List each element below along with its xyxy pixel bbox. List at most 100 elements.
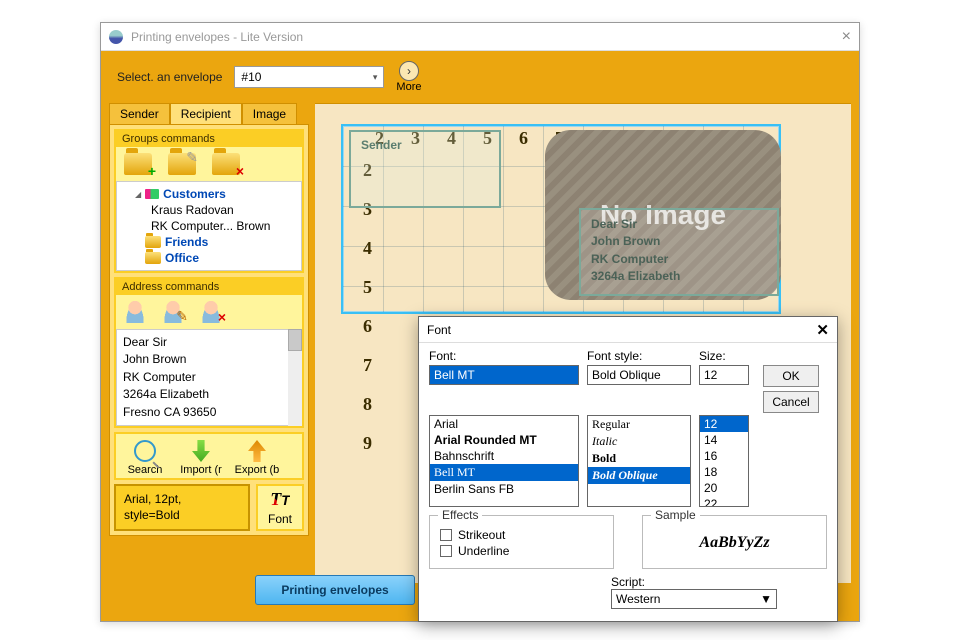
size-option[interactable]: 22 xyxy=(700,496,748,507)
tab-image[interactable]: Image xyxy=(242,103,297,124)
book-icon xyxy=(145,189,159,199)
tree-node-customers[interactable]: ◢ Customers xyxy=(123,186,295,202)
sample-text: AaBbYyZz xyxy=(653,526,816,560)
size-option[interactable]: 12 xyxy=(700,416,748,432)
import-button[interactable]: Import (r xyxy=(178,440,224,476)
printing-envelopes-button[interactable]: Printing envelopes xyxy=(255,575,415,605)
window-title: Printing envelopes - Lite Version xyxy=(131,30,842,44)
tab-recipient[interactable]: Recipient xyxy=(170,103,242,124)
font-option[interactable]: Bahnschrift xyxy=(430,448,578,464)
tab-sender[interactable]: Sender xyxy=(109,103,170,124)
address-list[interactable]: Dear Sir John Brown RK Computer 3264a El… xyxy=(116,329,302,426)
left-panel: Groups commands ◢ Customers Kraus Radova… xyxy=(109,124,309,536)
tree-label: Friends xyxy=(165,235,208,249)
font-option[interactable]: Arial Rounded MT xyxy=(430,432,578,448)
font-summary: Arial, 12pt, style=Bold xyxy=(114,484,250,531)
import-icon xyxy=(192,440,210,462)
style-option[interactable]: Italic xyxy=(588,433,690,450)
tree-label: Customers xyxy=(163,187,226,201)
address-scrollbar[interactable] xyxy=(288,329,302,426)
size-option[interactable]: 16 xyxy=(700,448,748,464)
size-option[interactable]: 20 xyxy=(700,480,748,496)
folder-icon xyxy=(145,252,161,264)
size-list[interactable]: 12 14 16 18 20 22 24 xyxy=(699,415,749,507)
effects-group: Effects Strikeout Underline xyxy=(429,515,614,569)
script-combo[interactable]: Western ▼ xyxy=(611,589,777,609)
size-option[interactable]: 18 xyxy=(700,464,748,480)
style-list[interactable]: Regular Italic Bold Bold Oblique xyxy=(587,415,691,507)
chevron-down-icon: ▼ xyxy=(760,592,772,606)
font-input[interactable] xyxy=(429,365,579,385)
font-dialog-close-button[interactable]: ✕ xyxy=(816,321,829,339)
export-icon xyxy=(248,440,266,462)
style-option[interactable]: Bold Oblique xyxy=(588,467,690,484)
address-commands-panel: Address commands Dear Sir John Brown RK … xyxy=(114,277,304,428)
font-option[interactable]: Arial xyxy=(430,416,578,432)
groups-tree[interactable]: ◢ Customers Kraus Radovan RK Computer...… xyxy=(116,181,302,271)
more-button[interactable]: More xyxy=(396,61,421,93)
address-commands-title: Address commands xyxy=(116,279,302,295)
delete-group-icon[interactable] xyxy=(212,153,240,175)
envelope-combo[interactable]: #10 ▾ xyxy=(234,66,384,88)
font-option[interactable]: Bell MT xyxy=(430,464,578,481)
import-label: Import (r xyxy=(180,464,222,476)
font-option[interactable]: Berlin Sans FB xyxy=(430,481,578,497)
edit-address-icon[interactable] xyxy=(162,301,184,323)
groups-commands-panel: Groups commands ◢ Customers Kraus Radova… xyxy=(114,129,304,273)
effects-label: Effects xyxy=(438,508,482,522)
tree-node-friends[interactable]: Friends xyxy=(123,234,295,250)
checkbox-icon xyxy=(440,529,452,541)
titlebar: Printing envelopes - Lite Version × xyxy=(101,23,859,51)
font-dialog-titlebar: Font ✕ xyxy=(419,317,837,343)
font-style-input[interactable] xyxy=(587,365,691,385)
strikeout-label: Strikeout xyxy=(458,528,505,542)
tabs: Sender Recipient Image xyxy=(109,103,309,124)
scrollbar-thumb[interactable] xyxy=(288,329,302,351)
more-label: More xyxy=(396,81,421,93)
recipient-line: RK Computer xyxy=(591,251,767,268)
font-style-label: Font style: xyxy=(587,349,691,363)
address-line: Fresno CA 93650 xyxy=(123,404,295,421)
font-dialog: Font ✕ Font: Font style: Size: OK Cancel… xyxy=(418,316,838,622)
tree-node-office[interactable]: Office xyxy=(123,250,295,266)
search-icon xyxy=(134,440,156,462)
font-list[interactable]: Arial Arial Rounded MT Bahnschrift Bell … xyxy=(429,415,579,507)
tree-item-rk[interactable]: RK Computer... Brown xyxy=(123,218,295,234)
font-dialog-title: Font xyxy=(427,323,451,337)
address-line: John Brown xyxy=(123,351,295,368)
app-icon xyxy=(109,30,123,44)
window-close-button[interactable]: × xyxy=(842,28,851,46)
search-import-export-toolbar: Search Import (r Export (b xyxy=(114,432,304,480)
script-label: Script: xyxy=(611,575,827,589)
more-arrow-icon xyxy=(399,61,419,81)
address-line: RK Computer xyxy=(123,369,295,386)
expand-icon[interactable]: ◢ xyxy=(135,190,141,199)
groups-commands-title: Groups commands xyxy=(116,131,302,147)
font-button-label: Font xyxy=(268,512,292,526)
add-group-icon[interactable] xyxy=(124,153,152,175)
edit-group-icon[interactable] xyxy=(168,153,196,175)
folder-icon xyxy=(145,236,161,248)
export-button[interactable]: Export (b xyxy=(234,440,280,476)
style-option[interactable]: Bold xyxy=(588,450,690,467)
strikeout-checkbox[interactable]: Strikeout xyxy=(440,528,603,542)
ok-button[interactable]: OK xyxy=(763,365,819,387)
font-button[interactable]: TT Font xyxy=(256,484,304,531)
sender-box[interactable]: Sender xyxy=(349,130,501,208)
top-row: Select. an envelope #10 ▾ More xyxy=(101,51,859,103)
underline-checkbox[interactable]: Underline xyxy=(440,544,603,558)
cancel-button[interactable]: Cancel xyxy=(763,391,819,413)
tree-item-kraus[interactable]: Kraus Radovan xyxy=(123,202,295,218)
tree-label: Kraus Radovan xyxy=(151,203,234,217)
delete-address-icon[interactable] xyxy=(200,301,222,323)
add-address-icon[interactable] xyxy=(124,301,146,323)
size-input[interactable] xyxy=(699,365,749,385)
recipient-box[interactable]: Dear Sir John Brown RK Computer 3264a El… xyxy=(579,208,779,296)
sample-label: Sample xyxy=(651,508,700,522)
select-envelope-label: Select. an envelope xyxy=(117,70,222,84)
address-line: 3264a Elizabeth xyxy=(123,386,295,403)
style-option[interactable]: Regular xyxy=(588,416,690,433)
search-button[interactable]: Search xyxy=(122,440,168,476)
size-option[interactable]: 14 xyxy=(700,432,748,448)
script-value: Western xyxy=(616,592,660,606)
